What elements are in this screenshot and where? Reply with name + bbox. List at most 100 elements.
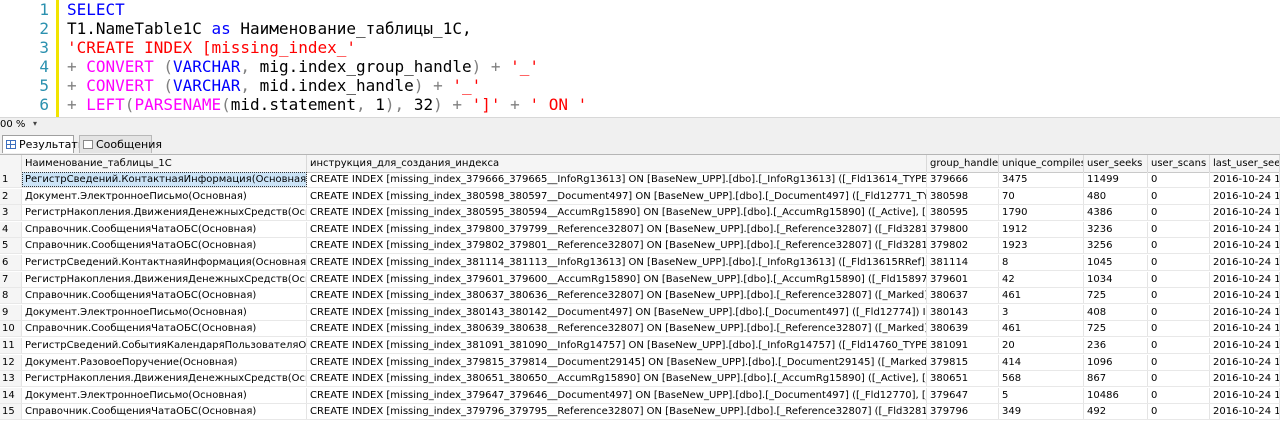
table-row[interactable]: 8 Справочник.СообщенияЧатаОБС(Основная) CR… [0, 288, 1280, 305]
table-cell[interactable]: 0 [1148, 188, 1210, 204]
table-cell[interactable]: 0 [1148, 205, 1210, 221]
table-cell[interactable]: РегистрНакопления.ДвиженияДенежныхСредст… [22, 205, 307, 221]
table-cell[interactable]: 379815 [927, 354, 999, 370]
table-cell[interactable]: CREATE INDEX [missing_index_379666_37966… [307, 172, 927, 187]
sql-editor[interactable]: 123456 SELECT T1.NameTable1C as Наименова… [0, 0, 1280, 117]
table-cell[interactable]: 2016-10-24 14:3 [1210, 255, 1280, 270]
table-cell[interactable]: CREATE INDEX [missing_index_380598_38059… [307, 188, 927, 204]
table-cell[interactable]: 42 [999, 271, 1084, 287]
table-cell[interactable]: 236 [1084, 338, 1148, 353]
table-cell[interactable]: 492 [1084, 404, 1148, 420]
table-cell[interactable]: CREATE INDEX [missing_index_379601_37960… [307, 271, 927, 287]
table-cell[interactable]: CREATE INDEX [missing_index_380143_38014… [307, 304, 927, 320]
table-row[interactable]: 13 РегистрНакопления.ДвиженияДенежныхСред… [0, 371, 1280, 388]
row-number[interactable]: 15 [0, 404, 22, 420]
table-row[interactable]: 6 РегистрСведений.КонтактнаяИнформация(Ос… [0, 255, 1280, 271]
table-cell[interactable]: CREATE INDEX [missing_index_380639_38063… [307, 321, 927, 337]
table-row[interactable]: 1 РегистрСведений.КонтактнаяИнформация(Ос… [0, 172, 1280, 188]
table-cell[interactable]: 0 [1148, 288, 1210, 304]
table-cell[interactable]: 2016-10-24 14:3 [1210, 354, 1280, 370]
table-cell[interactable]: 380639 [927, 321, 999, 337]
table-cell[interactable]: 379802 [927, 238, 999, 254]
table-cell[interactable]: 1790 [999, 205, 1084, 221]
table-cell[interactable]: 380651 [927, 371, 999, 387]
table-cell[interactable]: 0 [1148, 304, 1210, 320]
table-cell[interactable]: 380637 [927, 288, 999, 304]
row-number[interactable]: 8 [0, 288, 22, 304]
table-cell[interactable]: 379647 [927, 387, 999, 403]
table-cell[interactable]: CREATE INDEX [missing_index_381114_38111… [307, 255, 927, 270]
table-cell[interactable]: РегистрНакопления.ДвиженияДенежныхСредст… [22, 271, 307, 287]
col-user-seeks[interactable]: user_seeks [1084, 155, 1148, 172]
row-number[interactable]: 1 [0, 172, 22, 187]
table-cell[interactable]: 379601 [927, 271, 999, 287]
table-cell[interactable]: CREATE INDEX [missing_index_380595_38059… [307, 205, 927, 221]
table-cell[interactable]: CREATE INDEX [missing_index_379815_37981… [307, 354, 927, 370]
table-row[interactable]: 15 Справочник.СообщенияЧатаОБС(Основная) C… [0, 404, 1280, 421]
table-cell[interactable]: 414 [999, 354, 1084, 370]
row-number[interactable]: 9 [0, 304, 22, 320]
table-cell[interactable]: CREATE INDEX [missing_index_379796_37979… [307, 404, 927, 420]
col-table-name[interactable]: Наименование_таблицы_1С [22, 155, 307, 172]
code-line[interactable]: + CONVERT (VARCHAR, mid.index_handle) + … [67, 76, 481, 95]
table-cell[interactable]: 2016-10-24 14:3 [1210, 387, 1280, 403]
col-index-statement[interactable]: инструкция_для_создания_индекса [307, 155, 927, 172]
table-cell[interactable]: 380598 [927, 188, 999, 204]
row-number[interactable]: 6 [0, 255, 22, 270]
table-row[interactable]: 9 Документ.ЭлектронноеПисьмо(Основная) CRE… [0, 304, 1280, 321]
table-cell[interactable]: Документ.ЭлектронноеПисьмо(Основная) [22, 387, 307, 403]
table-cell[interactable]: 867 [1084, 371, 1148, 387]
table-row[interactable]: 2 Документ.ЭлектронноеПисьмо(Основная) CRE… [0, 188, 1280, 205]
results-grid[interactable]: Наименование_таблицы_1С инструкция_для_со… [0, 155, 1280, 422]
table-cell[interactable]: 0 [1148, 354, 1210, 370]
table-cell[interactable]: 10486 [1084, 387, 1148, 403]
table-cell[interactable]: CREATE INDEX [missing_index_379802_37980… [307, 238, 927, 254]
table-cell[interactable]: 0 [1148, 387, 1210, 403]
row-number[interactable]: 7 [0, 271, 22, 287]
table-cell[interactable]: Справочник.СообщенияЧатаОБС(Основная) [22, 288, 307, 304]
table-cell[interactable]: 480 [1084, 188, 1148, 204]
table-row[interactable]: 12 Документ.РазовоеПоручение(Основная) CRE… [0, 354, 1280, 371]
table-cell[interactable]: 1045 [1084, 255, 1148, 270]
table-row[interactable]: 10 Справочник.СообщенияЧатаОБС(Основная) C… [0, 321, 1280, 338]
code-line[interactable]: T1.NameTable1C as Наименование_таблицы_1… [67, 19, 472, 38]
table-cell[interactable]: 0 [1148, 371, 1210, 387]
table-cell[interactable]: РегистрСведений.КонтактнаяИнформация(Осн… [22, 255, 307, 270]
table-cell[interactable]: CREATE INDEX [missing_index_379647_37964… [307, 387, 927, 403]
table-cell[interactable]: 380595 [927, 205, 999, 221]
table-row[interactable]: 4 Справочник.СообщенияЧатаОБС(Основная) CR… [0, 221, 1280, 238]
row-number[interactable]: 14 [0, 387, 22, 403]
table-row[interactable]: 7 РегистрНакопления.ДвиженияДенежныхСредс… [0, 271, 1280, 288]
table-cell[interactable]: 3 [999, 304, 1084, 320]
table-cell[interactable]: 461 [999, 321, 1084, 337]
table-cell[interactable]: 0 [1148, 255, 1210, 270]
code-line[interactable]: 'CREATE INDEX [missing_index_' [67, 38, 356, 57]
table-cell[interactable]: CREATE INDEX [missing_index_380651_38065… [307, 371, 927, 387]
table-cell[interactable]: РегистрСведений.СобытияКалендаряПользова… [22, 338, 307, 353]
table-cell[interactable]: 2016-10-24 14:3 [1210, 205, 1280, 221]
table-cell[interactable]: 379666 [927, 172, 999, 187]
table-cell[interactable]: Документ.РазовоеПоручение(Основная) [22, 354, 307, 370]
tab-messages[interactable]: Сообщения [79, 135, 162, 153]
table-cell[interactable]: Документ.ЭлектронноеПисьмо(Основная) [22, 304, 307, 320]
table-cell[interactable]: 2016-10-24 14:3 [1210, 404, 1280, 420]
table-cell[interactable]: Справочник.СообщенияЧатаОБС(Основная) [22, 404, 307, 420]
zoom-dropdown-icon[interactable]: ▾ [33, 119, 37, 128]
col-group-handle[interactable]: group_handle [927, 155, 999, 172]
code-line[interactable]: + CONVERT (VARCHAR, mig.index_group_hand… [67, 57, 539, 76]
table-cell[interactable]: CREATE INDEX [missing_index_380637_38063… [307, 288, 927, 304]
table-cell[interactable]: 2016-10-24 14:3 [1210, 271, 1280, 287]
col-unique-compiles[interactable]: unique_compiles [999, 155, 1084, 172]
row-number[interactable]: 4 [0, 221, 22, 237]
table-cell[interactable]: Справочник.СообщенияЧатаОБС(Основная) [22, 321, 307, 337]
col-user-scans[interactable]: user_scans [1148, 155, 1210, 172]
table-cell[interactable]: 11499 [1084, 172, 1148, 187]
row-number[interactable]: 10 [0, 321, 22, 337]
table-cell[interactable]: 2016-10-24 14:3 [1210, 221, 1280, 237]
row-number[interactable]: 3 [0, 205, 22, 221]
table-cell[interactable]: 0 [1148, 338, 1210, 353]
zoom-level[interactable]: 00 % [0, 119, 25, 130]
table-cell[interactable]: 349 [999, 404, 1084, 420]
table-cell[interactable]: 408 [1084, 304, 1148, 320]
table-cell[interactable]: 0 [1148, 271, 1210, 287]
